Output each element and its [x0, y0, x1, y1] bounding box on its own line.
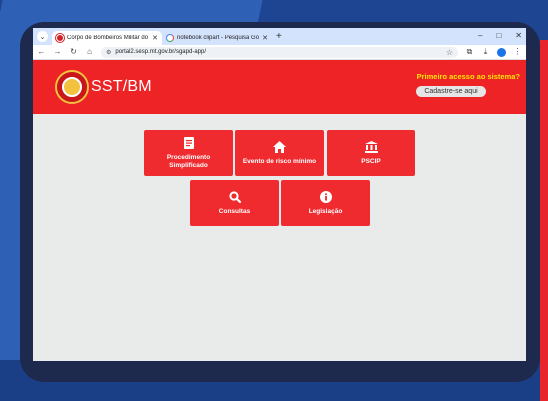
browser-window: ⌄ Corpo de Bombeiros Militar do ✕ notebo… — [33, 28, 526, 361]
bank-icon — [364, 140, 378, 154]
google-icon — [166, 34, 174, 42]
tab-strip: ⌄ Corpo de Bombeiros Militar do ✕ notebo… — [33, 28, 526, 45]
document-icon — [183, 136, 194, 150]
browser-toolbar: ← → ↻ ⌂ ⚙ portal2.sesp.mt.gov.br/sgapd-a… — [33, 45, 526, 60]
new-tab-button[interactable]: + — [276, 31, 282, 43]
maximize-button[interactable]: □ — [496, 31, 501, 40]
tile-label: Evento de risco mínimo — [242, 158, 317, 165]
tab-search-icon[interactable]: ⌄ — [37, 31, 48, 42]
home-icon[interactable]: ⌂ — [85, 47, 94, 57]
extensions-icon[interactable]: ⧉ — [465, 47, 474, 57]
minimize-button[interactable]: – — [478, 31, 482, 40]
tile-label: Legislação — [308, 208, 343, 215]
tab-google-search[interactable]: notebook clipart - Pesquisa Go ✕ — [162, 31, 272, 45]
profile-avatar[interactable] — [497, 47, 506, 57]
tab-title: notebook clipart - Pesquisa Go — [177, 35, 260, 41]
tab-title: Corpo de Bombeiros Militar do — [67, 35, 149, 41]
bookmark-star-icon[interactable]: ☆ — [446, 48, 453, 57]
forward-arrow-icon[interactable]: → — [53, 47, 62, 57]
close-window-button[interactable]: ✕ — [515, 31, 522, 40]
reload-icon[interactable]: ↻ — [69, 47, 78, 57]
address-bar[interactable]: ⚙ portal2.sesp.mt.gov.br/sgapd-app/ ☆ — [101, 46, 458, 58]
tile-label: PSCIP — [361, 158, 381, 165]
emblem-center — [62, 77, 82, 97]
page-content: SST/BM Primeiro acesso ao sistema? Cadas… — [33, 60, 526, 361]
site-header: SST/BM Primeiro acesso ao sistema? Cadas… — [33, 60, 526, 114]
download-icon[interactable]: ⤓ — [481, 47, 490, 57]
tile-evento-risco-minimo[interactable]: Evento de risco mínimo — [235, 130, 324, 176]
site-info-icon[interactable]: ⚙ — [106, 49, 111, 56]
close-tab-icon[interactable]: ✕ — [262, 34, 268, 42]
back-arrow-icon[interactable]: ← — [37, 47, 46, 57]
url-text: portal2.sesp.mt.gov.br/sgapd-app/ — [115, 49, 206, 55]
register-button[interactable]: Cadastre-se aqui — [416, 86, 486, 97]
house-icon — [273, 140, 286, 154]
tile-pscip[interactable]: PSCIP — [327, 130, 415, 176]
window-controls: – □ ✕ — [478, 31, 522, 40]
first-access-prompt: Primeiro acesso ao sistema? — [416, 72, 520, 81]
brand-title: SST/BM — [91, 78, 152, 95]
tile-procedimento-simplificado[interactable]: Procedimento Simplificado — [144, 130, 233, 176]
menu-kebab-icon[interactable]: ⋮ — [513, 47, 522, 57]
background-red-bar — [540, 40, 548, 401]
info-icon — [319, 190, 332, 204]
fire-department-icon — [56, 34, 64, 42]
tile-consultas[interactable]: Consultas — [190, 180, 279, 226]
tile-label-line2: Simplificado — [169, 162, 208, 169]
tile-label: Procedimento — [166, 154, 211, 161]
tile-label: Consultas — [218, 208, 251, 215]
search-icon — [228, 190, 241, 204]
tab-bombeiros[interactable]: Corpo de Bombeiros Militar do ✕ — [52, 31, 162, 45]
close-tab-icon[interactable]: ✕ — [152, 34, 158, 42]
fire-department-emblem-logo — [55, 70, 89, 104]
tile-legislacao[interactable]: Legislação — [281, 180, 370, 226]
